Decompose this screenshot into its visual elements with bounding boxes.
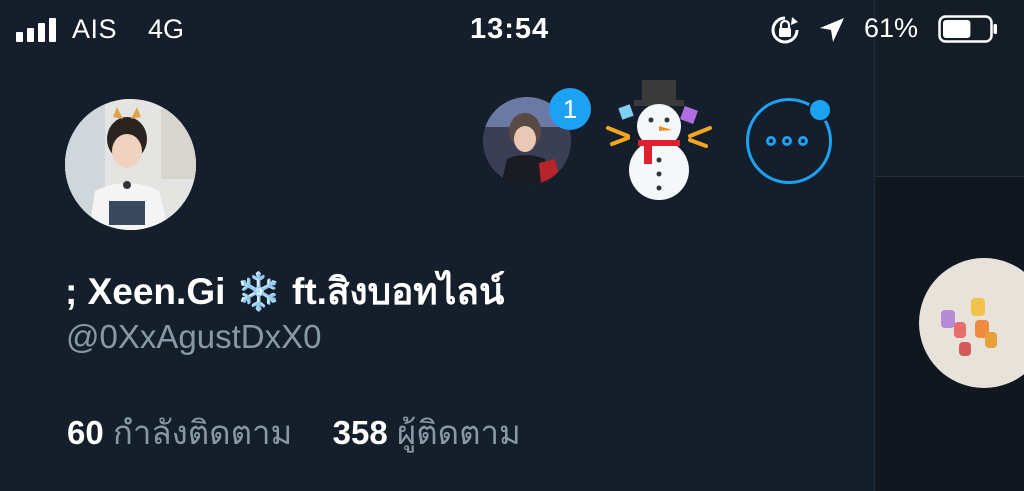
- follow-stats: 60 กำลังติดตาม 358 ผู้ติดตาม: [67, 406, 521, 459]
- more-options-icon: [766, 136, 808, 146]
- profile-avatar[interactable]: [65, 99, 196, 230]
- following-label: กำลังติดตาม: [112, 414, 293, 451]
- battery-icon: [938, 15, 997, 43]
- timeline-avatar[interactable]: [919, 258, 1024, 388]
- status-bar: AIS 4G 13:54 61%: [0, 0, 1024, 58]
- orientation-lock-icon: [771, 16, 799, 44]
- snowflake-icon: ❄️: [235, 271, 282, 312]
- followers-link[interactable]: 358 ผู้ติดตาม: [333, 414, 521, 451]
- timeline-peek[interactable]: [875, 0, 1024, 491]
- carrier-name: AIS: [72, 14, 118, 44]
- location-arrow-icon: [820, 18, 844, 42]
- signal-icon: [16, 18, 56, 42]
- display-name: ; Xeen.Gi ❄️ ft.สิงบอทไลน์: [65, 262, 504, 321]
- network-type: 4G: [148, 14, 185, 44]
- notification-badge: 1: [549, 88, 591, 130]
- following-link[interactable]: 60 กำลังติดตาม: [67, 414, 301, 451]
- battery-percent: 61%: [864, 13, 919, 43]
- display-name-suffix: ft.สิงบอทไลน์: [292, 271, 505, 312]
- followers-count: 358: [332, 414, 388, 451]
- profile-handle: @0XxAgustDxX0: [66, 318, 322, 355]
- following-count: 60: [67, 414, 104, 451]
- display-name-text: ; Xeen.Gi: [65, 271, 226, 312]
- snowman-icon[interactable]: [604, 78, 714, 200]
- more-options-badge: [808, 98, 832, 122]
- status-time: 13:54: [470, 13, 550, 45]
- followers-label: ผู้ติดตาม: [396, 414, 521, 451]
